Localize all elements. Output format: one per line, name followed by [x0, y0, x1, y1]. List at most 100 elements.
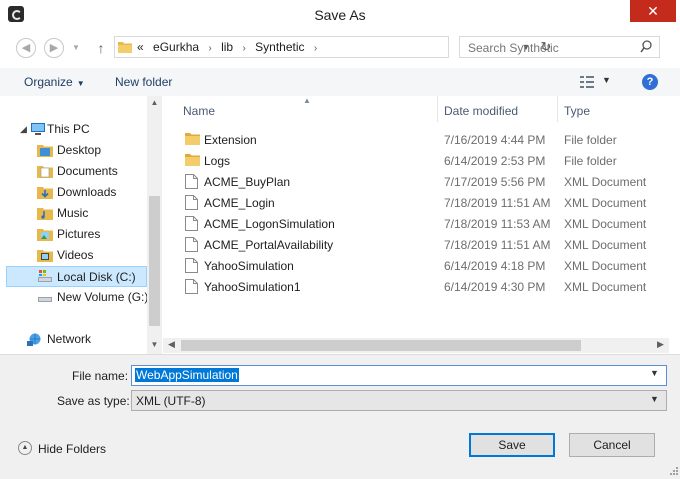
nav-item-videos[interactable]: Videos — [0, 245, 148, 266]
nav-label: Documents — [57, 164, 118, 178]
drive-icon — [38, 297, 52, 302]
nav-label: New Volume (G:) — [57, 290, 149, 304]
resize-grip-icon[interactable] — [668, 465, 678, 475]
nav-item-new-volume[interactable]: New Volume (G:) — [0, 287, 148, 308]
breadcrumb-item[interactable]: eGurkha — [153, 40, 199, 54]
file-row[interactable]: ACME_Login 7/18/2019 11:51 AM XML Docume… — [163, 192, 680, 213]
window-title: Save As — [314, 7, 366, 23]
chevron-down-icon[interactable]: ▼ — [650, 394, 659, 404]
file-type: XML Document — [564, 175, 647, 189]
document-icon — [185, 216, 198, 231]
nav-label: Videos — [57, 248, 94, 262]
breadcrumb-separator[interactable]: › — [208, 43, 211, 54]
save-form: File name: WebAppSimulation ▼ Save as ty… — [0, 354, 680, 479]
new-folder-button[interactable]: New folder — [115, 75, 172, 89]
breadcrumb: « eGurkha › lib › Synthetic › — [137, 40, 323, 54]
arrow-left-icon: ◀ — [21, 42, 31, 54]
file-type: File folder — [564, 154, 617, 168]
folder-icon — [37, 145, 53, 157]
nav-item-pictures[interactable]: Pictures — [0, 224, 148, 245]
column-header-name[interactable]: Name — [183, 104, 215, 118]
scroll-down-button[interactable]: ▼ — [147, 340, 162, 349]
folder-icon — [185, 133, 200, 145]
file-row[interactable]: YahooSimulation 6/14/2019 4:18 PM XML Do… — [163, 255, 680, 276]
file-type: XML Document — [564, 238, 647, 252]
close-button[interactable]: ✕ — [630, 0, 676, 22]
address-bar[interactable]: « eGurkha › lib › Synthetic › ▼ ↻ — [114, 36, 551, 58]
column-header-date[interactable]: Date modified — [444, 104, 518, 118]
file-row[interactable]: ACME_BuyPlan 7/17/2019 5:56 PM XML Docum… — [163, 171, 680, 192]
file-date: 7/18/2019 11:53 AM — [444, 217, 551, 231]
chevron-down-icon[interactable]: ▼ — [650, 368, 659, 378]
chevron-up-icon: ▲ — [18, 441, 32, 455]
chevron-down-icon[interactable]: ▼ — [602, 75, 611, 85]
folder-icon — [37, 187, 53, 199]
nav-label: Pictures — [57, 227, 101, 241]
chevron-down-icon[interactable]: ◢ — [20, 119, 27, 140]
filename-label: File name: — [72, 369, 129, 383]
file-type: XML Document — [564, 280, 647, 294]
file-name: ACME_BuyPlan — [204, 175, 291, 189]
folder-icon — [37, 250, 53, 262]
file-name: YahooSimulation — [204, 259, 294, 273]
column-divider[interactable] — [557, 96, 558, 122]
up-button[interactable]: ↑ — [94, 38, 108, 58]
file-list: ▲ Name Date modified Type Extension 7/16… — [163, 96, 680, 354]
savetype-select[interactable]: XML (UTF-8) ▼ — [131, 390, 667, 411]
scroll-up-button[interactable]: ▲ — [147, 98, 162, 107]
chevron-down-icon: ▼ — [76, 79, 85, 88]
scroll-right-button[interactable]: ▶ — [657, 339, 664, 350]
scrollbar-thumb[interactable] — [149, 196, 160, 326]
file-row[interactable]: YahooSimulation1 6/14/2019 4:30 PM XML D… — [163, 276, 680, 297]
folder-icon — [37, 229, 53, 241]
column-header-type[interactable]: Type — [564, 104, 590, 118]
search-icon — [640, 40, 652, 53]
nav-item-this-pc[interactable]: ◢ This PC — [0, 119, 148, 140]
file-date: 7/18/2019 11:51 AM — [444, 196, 551, 210]
file-date: 7/18/2019 11:51 AM — [444, 238, 551, 252]
file-row[interactable]: ACME_LogonSimulation 7/18/2019 11:53 AM … — [163, 213, 680, 234]
document-icon — [185, 195, 198, 210]
command-toolbar: Organize ▼ New folder ▼ ? — [0, 68, 680, 96]
column-divider[interactable] — [437, 96, 438, 122]
file-name: ACME_LogonSimulation — [204, 217, 335, 231]
computer-icon — [31, 123, 45, 135]
save-button[interactable]: Save — [469, 433, 555, 457]
file-name: YahooSimulation1 — [204, 280, 301, 294]
file-row[interactable]: Logs 6/14/2019 2:53 PM File folder — [163, 150, 680, 171]
breadcrumb-separator[interactable]: › — [314, 43, 317, 54]
nav-item-desktop[interactable]: Desktop — [0, 140, 148, 161]
file-type: XML Document — [564, 259, 647, 273]
arrow-right-icon: ▶ — [49, 42, 59, 54]
scroll-left-button[interactable]: ◀ — [168, 339, 175, 350]
scrollbar-thumb[interactable] — [181, 340, 581, 351]
breadcrumb-separator[interactable]: › — [242, 43, 245, 54]
recent-locations-button[interactable]: ▼ — [70, 38, 82, 58]
nav-item-music[interactable]: Music — [0, 203, 148, 224]
nav-item-network[interactable]: Network — [0, 329, 148, 350]
breadcrumb-overflow[interactable]: « — [137, 40, 144, 54]
search-box[interactable]: Search Synthetic — [459, 36, 660, 58]
search-input[interactable]: Search Synthetic — [468, 41, 559, 55]
file-row[interactable]: Extension 7/16/2019 4:44 PM File folder — [163, 129, 680, 150]
filename-field[interactable]: WebAppSimulation ▼ — [131, 365, 667, 386]
help-icon[interactable]: ? — [642, 74, 658, 90]
breadcrumb-item[interactable]: lib — [221, 40, 233, 54]
file-list-scrollbar[interactable]: ◀ ▶ — [163, 338, 669, 353]
navigation-scrollbar[interactable]: ▲ ▼ — [147, 96, 162, 354]
organize-menu[interactable]: Organize ▼ — [24, 75, 85, 89]
file-date: 6/14/2019 2:53 PM — [444, 154, 546, 168]
back-button[interactable]: ◀ — [16, 38, 36, 58]
cancel-button[interactable]: Cancel — [569, 433, 655, 457]
breadcrumb-item[interactable]: Synthetic — [255, 40, 304, 54]
nav-item-downloads[interactable]: Downloads — [0, 182, 148, 203]
file-row[interactable]: ACME_PortalAvailability 7/18/2019 11:51 … — [163, 234, 680, 255]
nav-item-local-disk[interactable]: Local Disk (C:) — [6, 266, 147, 287]
view-options-button[interactable] — [580, 76, 594, 88]
forward-button[interactable]: ▶ — [44, 38, 64, 58]
nav-item-documents[interactable]: Documents — [0, 161, 148, 182]
sort-ascending-icon: ▲ — [303, 96, 311, 105]
document-icon — [185, 237, 198, 252]
nav-label: This PC — [47, 122, 90, 136]
filename-input[interactable]: WebAppSimulation — [135, 368, 239, 382]
